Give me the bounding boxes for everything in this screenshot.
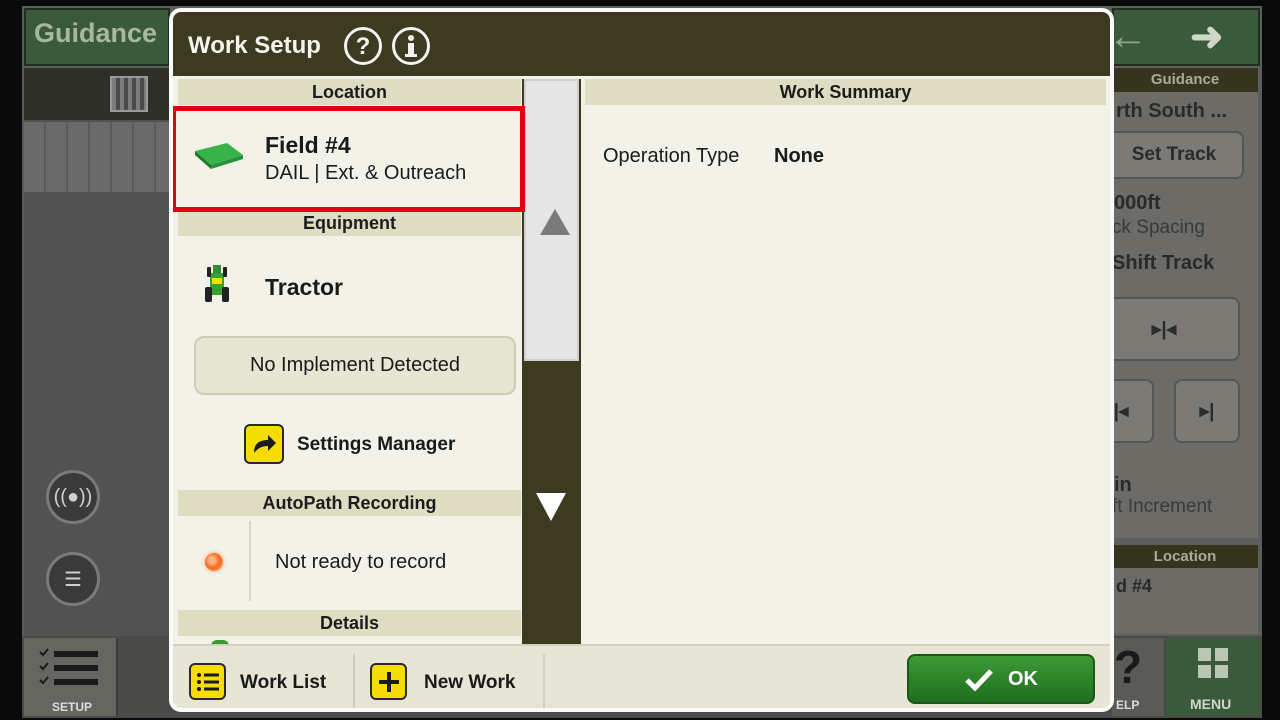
work-summary-header: Work Summary [585,79,1106,105]
setup-button: SETUP [24,638,118,716]
autopath-divider [249,521,251,601]
footer-divider [353,654,355,708]
implement-status-button[interactable]: No Implement Detected [194,336,516,395]
tractor-icon [205,265,229,302]
location-field-name: d #4 [1116,576,1153,596]
location-panel-header: Location [1112,545,1258,569]
operation-type-label: Operation Type [603,145,740,167]
forward-arrow-icon: ➜ [1190,15,1224,59]
app-title: Guidance [34,18,158,48]
map-top-band [24,68,170,120]
info-icon[interactable] [392,27,430,65]
equipment-header: Equipment [178,210,521,236]
location-header: Location [178,79,521,105]
svg-text:?: ? [356,33,371,60]
grid-menu-icon [1198,648,1228,678]
tractor-label: Tractor [265,274,343,300]
help-label: ELP [1116,698,1140,712]
work-setup-dialog: Work Setup ? Location Field #4 DAIL | Ex… [169,8,1114,712]
settings-manager-label[interactable]: Settings Manager [297,434,455,456]
recording-status-text: Not ready to record [275,551,447,573]
details-header: Details [178,610,521,636]
shift-track-label: Shift Track [1112,252,1215,274]
shift-increment-label: ft Increment [1112,496,1213,517]
down-arrow-icon[interactable] [536,493,566,521]
checkmark-icon [965,669,993,691]
dialog-title: Work Setup [188,32,321,59]
footer-divider [543,654,545,708]
ok-button[interactable]: OK [907,654,1095,704]
checklist-icon [39,648,98,685]
new-work-label[interactable]: New Work [424,672,516,694]
settings-manager-icon[interactable] [244,424,284,464]
help-button: ? ELP [1112,638,1164,716]
location-highlight [173,106,525,212]
back-arrow-icon: ← [1108,14,1148,58]
menu-label: MENU [1190,696,1232,712]
autopath-header: AutoPath Recording [178,490,521,516]
track-spacing-value: 000ft [1114,192,1161,214]
map-stripes [24,122,170,192]
menu-button: MENU [1166,638,1260,716]
work-list-label[interactable]: Work List [240,672,326,694]
help-icon[interactable]: ? [344,27,382,65]
question-icon: ? [1114,641,1143,693]
shift-increment-value: in [1114,474,1132,496]
list-icon: ☰ [46,552,100,606]
track-name: rth South ... [1116,100,1228,122]
scroll-up-button[interactable] [524,79,579,361]
dialog-footer: Work List New Work OK [173,644,1110,708]
track-spacing-label: ck Spacing [1112,217,1205,238]
setup-label: SETUP [52,700,93,714]
new-work-icon[interactable] [370,663,407,700]
work-summary-panel: Work Summary Operation Type None [585,79,1106,644]
guidance-panel-header: Guidance [1112,68,1258,92]
work-list-icon[interactable] [189,663,226,700]
tractor-row[interactable]: Tractor [178,239,521,329]
operation-type-value: None [774,145,824,167]
set-track-button: Set Track [1104,131,1244,179]
shift-right-icon: ▸| [1174,379,1240,443]
recording-status-icon [205,553,223,571]
ok-label: OK [1008,667,1038,690]
field-grid-icon [110,76,148,112]
scrollbar[interactable] [522,79,581,644]
dialog-header: Work Setup ? [173,12,1110,76]
steering-icon: ((●)) [46,470,100,524]
up-arrow-icon [540,209,570,235]
